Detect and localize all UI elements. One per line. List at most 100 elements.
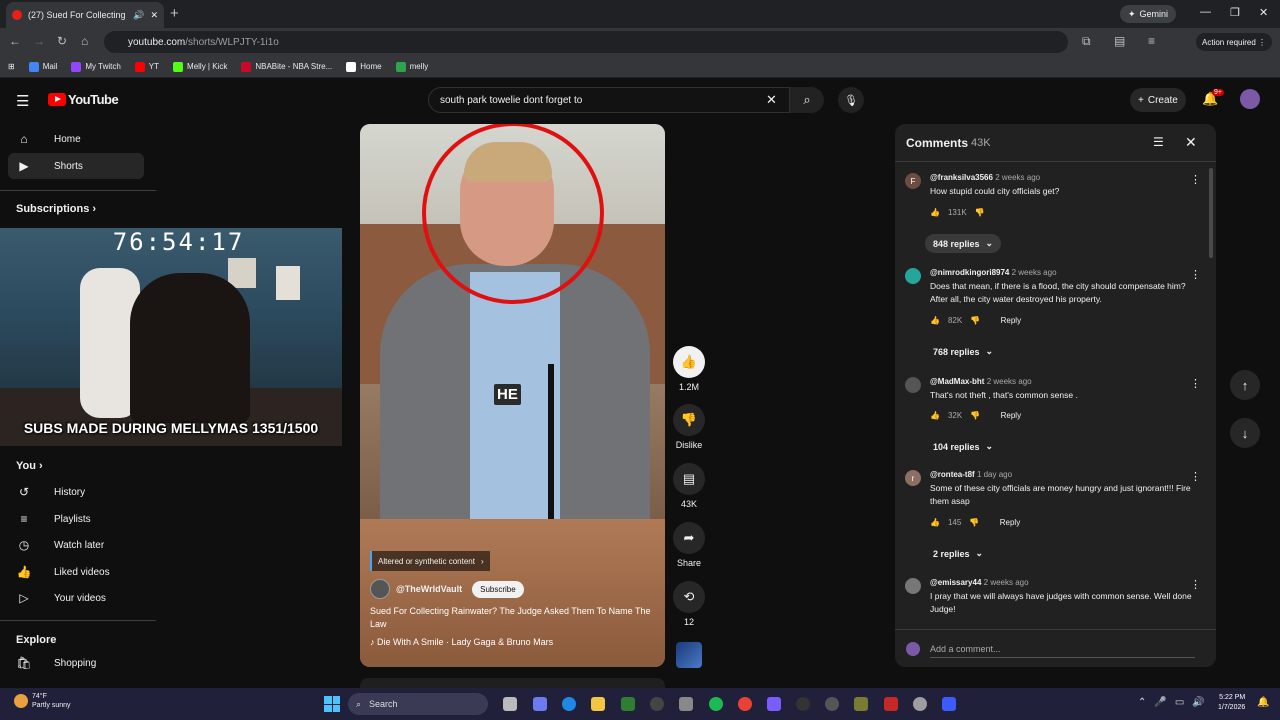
- author-name[interactable]: @franksilva3566: [930, 173, 993, 182]
- media-icon[interactable]: ≡: [1148, 34, 1155, 48]
- subscribe-button[interactable]: Subscribe: [472, 580, 524, 598]
- author-name[interactable]: @emissary44: [930, 578, 981, 587]
- task-view-icon[interactable]: [503, 697, 517, 711]
- window-close-icon[interactable]: ✕: [1259, 6, 1268, 19]
- thumbs-down-icon[interactable]: 👎: [975, 208, 985, 217]
- youtube-logo[interactable]: YouTube: [48, 92, 119, 107]
- reply-button[interactable]: Reply: [1000, 518, 1020, 527]
- next-video-preview[interactable]: [360, 678, 665, 688]
- voice-search-button[interactable]: 🎙: [838, 87, 864, 113]
- music-thumbnail[interactable]: [676, 642, 702, 668]
- reply-button[interactable]: Reply: [1001, 316, 1021, 325]
- comment-avatar[interactable]: F: [905, 173, 921, 189]
- notification-icon[interactable]: 🔔: [1257, 697, 1269, 708]
- copilot-icon[interactable]: [533, 697, 547, 711]
- chevron-up-icon[interactable]: ⌃: [1138, 697, 1146, 708]
- obs-icon[interactable]: [942, 697, 956, 711]
- view-replies-button[interactable]: 768 replies ⌄: [925, 342, 1001, 361]
- sidebar-item-watch-later[interactable]: ◷ Watch later: [8, 532, 144, 558]
- comments-button[interactable]: ▤ 43K: [672, 463, 706, 509]
- thumbs-down-icon[interactable]: 👎: [969, 518, 979, 527]
- reply-button[interactable]: Reply: [1001, 411, 1021, 420]
- back-icon[interactable]: ←: [9, 34, 21, 48]
- sort-icon[interactable]: ☰: [1153, 135, 1164, 149]
- gemini-button[interactable]: ✦ Gemini: [1120, 5, 1177, 23]
- bookmark-nbabite[interactable]: NBABite - NBA Stre...: [241, 61, 332, 72]
- clock[interactable]: 5:22 PM 1/7/2026: [1218, 693, 1245, 713]
- volume-icon[interactable]: 🔊: [1192, 697, 1204, 708]
- app-icon[interactable]: [767, 697, 781, 711]
- create-button[interactable]: + Create: [1130, 88, 1186, 112]
- chrome-icon[interactable]: [738, 697, 752, 711]
- share-button[interactable]: ➦ Share: [672, 522, 706, 568]
- thumbs-down-icon[interactable]: 👎: [970, 411, 980, 420]
- thumbs-up-icon[interactable]: 👍: [930, 411, 940, 420]
- thumbs-down-icon[interactable]: 👎: [970, 316, 980, 325]
- comment-avatar[interactable]: [905, 377, 921, 393]
- you-heading[interactable]: You ›: [16, 460, 43, 472]
- channel-name[interactable]: @TheWrldVault: [396, 584, 462, 594]
- view-replies-button[interactable]: 104 replies ⌄: [925, 437, 1001, 456]
- pdf-icon[interactable]: [884, 697, 898, 711]
- weather-widget[interactable]: 74°F Partly sunny: [14, 692, 71, 710]
- close-icon[interactable]: ✕: [1185, 134, 1197, 151]
- sidebar-item-home[interactable]: ⌂ Home: [8, 126, 144, 152]
- previous-short-button[interactable]: ↑: [1230, 370, 1260, 400]
- remix-button[interactable]: ⟲ 12: [672, 581, 706, 627]
- view-replies-button[interactable]: 2 replies ⌄: [925, 544, 991, 563]
- sidebar-item-playlists[interactable]: ≡ Playlists: [8, 506, 144, 532]
- channel-avatar[interactable]: [370, 579, 390, 599]
- sidebar-item-shopping[interactable]: 🛍 Shopping: [8, 650, 144, 676]
- sidebar-item-liked-videos[interactable]: 👍 Liked videos: [8, 559, 144, 585]
- forward-icon[interactable]: →: [33, 34, 45, 48]
- video-music[interactable]: ♪ Die With A Smile · Lady Gaga & Bruno M…: [370, 637, 553, 647]
- store-icon[interactable]: [679, 697, 693, 711]
- add-comment-input[interactable]: Add a comment...: [930, 644, 1195, 658]
- altered-content-label[interactable]: Altered or synthetic content ›: [370, 551, 490, 571]
- xbox-icon[interactable]: [621, 697, 635, 711]
- account-avatar[interactable]: [1240, 89, 1260, 109]
- apps-grid-icon[interactable]: ⊞: [8, 62, 15, 71]
- next-short-button[interactable]: ↓: [1230, 418, 1260, 448]
- settings-icon[interactable]: [913, 697, 927, 711]
- author-name[interactable]: @MadMax-bht: [930, 377, 984, 386]
- clear-search-icon[interactable]: ✕: [766, 92, 777, 108]
- comment-avatar[interactable]: r: [905, 470, 921, 486]
- sidebar-item-your-videos[interactable]: ▷ Your videos: [8, 585, 144, 611]
- like-button[interactable]: 👍 1.2M: [672, 346, 706, 392]
- network-icon[interactable]: ▭: [1175, 697, 1184, 708]
- file-explorer-icon[interactable]: [591, 697, 605, 711]
- browser-tab[interactable]: (27) Sued For Collecting Ra 🔊 ✕: [6, 2, 164, 28]
- tab-close-icon[interactable]: ✕: [150, 10, 158, 21]
- minimize-icon[interactable]: —: [1200, 6, 1211, 18]
- address-bar[interactable]: youtube.com/shorts/WLPJTY-1i1o: [104, 31, 1068, 53]
- comment-avatar[interactable]: [905, 578, 921, 594]
- photos-icon[interactable]: [854, 697, 868, 711]
- sidebar-item-history[interactable]: ↺ History: [8, 479, 144, 505]
- start-button[interactable]: [324, 696, 340, 712]
- bookmark-twitch[interactable]: My Twitch: [71, 61, 121, 72]
- reading-list-icon[interactable]: ▤: [1114, 34, 1125, 48]
- capcut-icon[interactable]: [825, 697, 839, 711]
- taskbar-search[interactable]: ⌕ Search: [348, 693, 488, 715]
- new-tab-button[interactable]: +: [170, 5, 179, 22]
- view-replies-button[interactable]: 848 replies ⌄: [925, 234, 1002, 253]
- scrollbar[interactable]: [1209, 168, 1213, 258]
- shorts-video-player[interactable]: HE Altered or synthetic content › @TheWrl…: [360, 124, 665, 667]
- bookmark-melly[interactable]: melly: [395, 61, 428, 72]
- reload-icon[interactable]: ↻: [57, 34, 67, 48]
- bookmark-home[interactable]: Home: [346, 61, 382, 72]
- sidebar-item-shorts[interactable]: ▶ Shorts: [8, 153, 144, 179]
- comment-avatar[interactable]: [905, 268, 921, 284]
- author-name[interactable]: @nimrodkingori8974: [930, 268, 1009, 277]
- search-button[interactable]: ⌕: [790, 87, 824, 113]
- dislike-button[interactable]: 👎 Dislike: [672, 404, 706, 450]
- home-icon[interactable]: ⌂: [81, 34, 88, 48]
- thumbs-up-icon[interactable]: 👍: [930, 208, 940, 217]
- author-name[interactable]: @rontea-t8f: [930, 470, 975, 479]
- extensions-icon[interactable]: ⧉: [1082, 34, 1091, 49]
- spotify-icon[interactable]: [709, 697, 723, 711]
- github-icon[interactable]: [650, 697, 664, 711]
- thumbs-up-icon[interactable]: 👍: [930, 316, 940, 325]
- maximize-icon[interactable]: ❐: [1230, 6, 1240, 19]
